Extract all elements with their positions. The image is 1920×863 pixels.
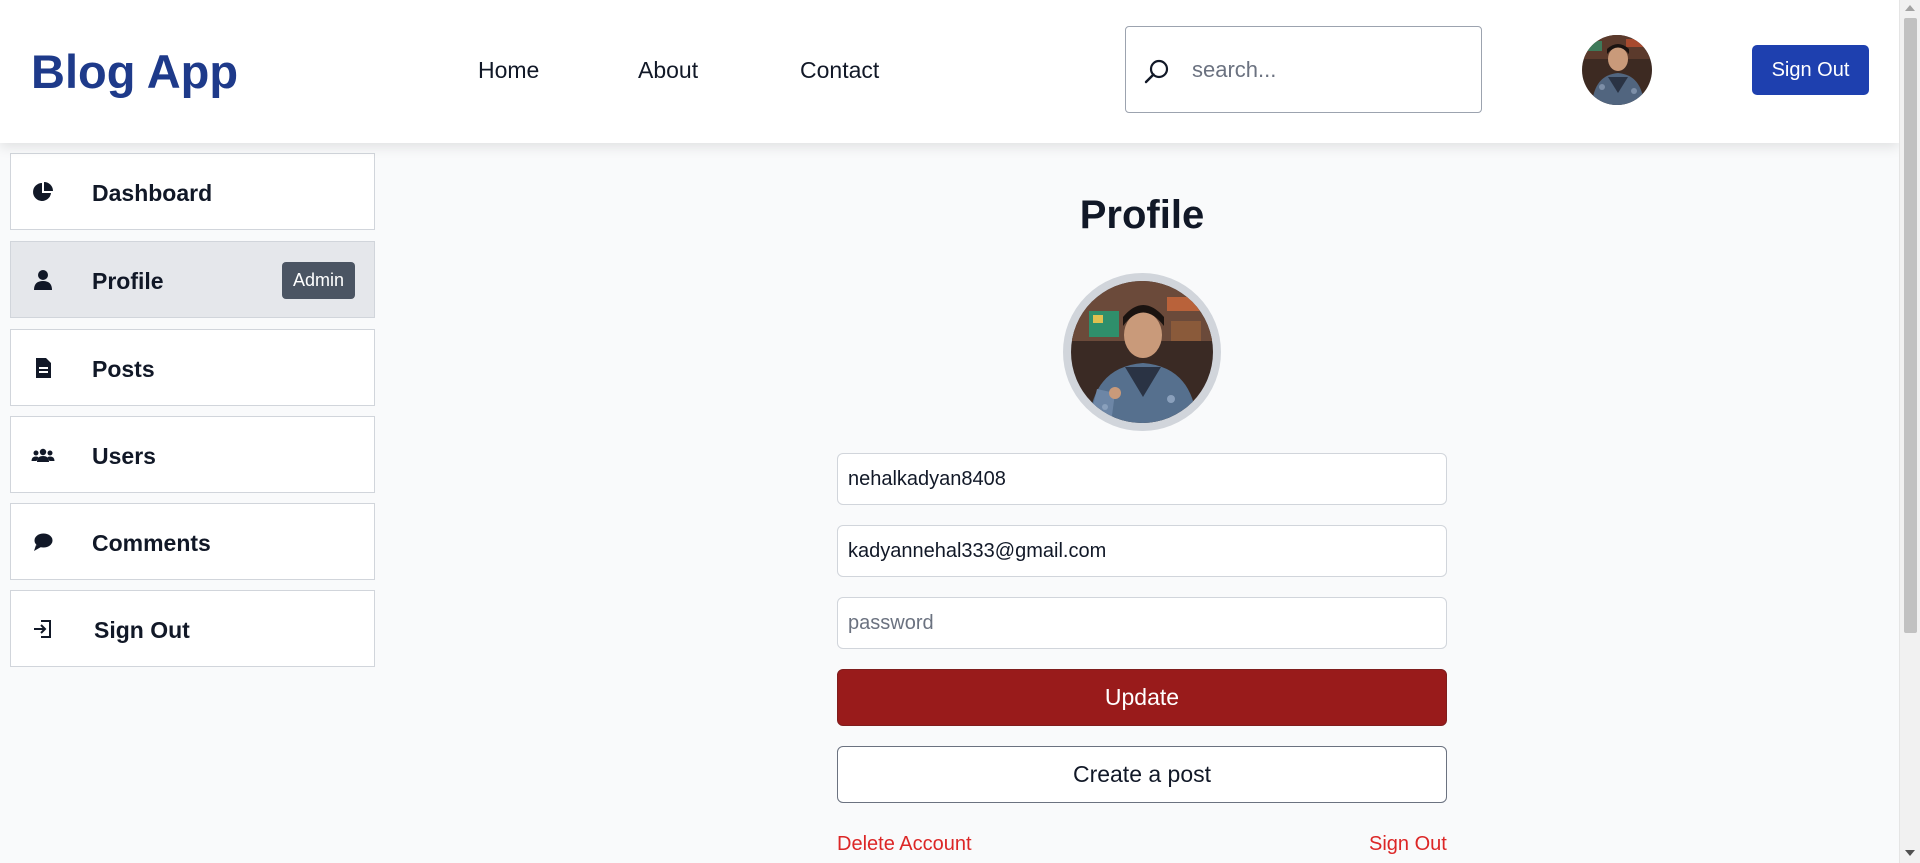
sidebar-item-users[interactable]: Users (10, 416, 375, 493)
pie-chart-icon (33, 182, 53, 201)
search-box (1125, 26, 1482, 113)
sidebar-item-label: Users (92, 443, 156, 469)
document-icon (36, 358, 51, 378)
username-field[interactable] (837, 453, 1447, 505)
scrollbar-thumb[interactable] (1904, 18, 1917, 633)
update-button[interactable]: Update (837, 669, 1447, 726)
sidebar-item-label: Sign Out (94, 617, 190, 643)
role-badge: Admin (282, 262, 355, 299)
sidebar-item-label: Profile (92, 268, 164, 294)
chat-bubble-icon (34, 533, 53, 551)
sidebar-item-label: Posts (92, 356, 155, 382)
scroll-up-arrow-icon[interactable] (1905, 5, 1915, 11)
search-input[interactable] (1192, 49, 1462, 91)
sign-out-icon (34, 620, 51, 638)
sign-out-link[interactable]: Sign Out (1369, 833, 1447, 856)
sidebar-item-dashboard[interactable]: Dashboard (10, 153, 375, 230)
nav-link-contact[interactable]: Contact (800, 57, 879, 84)
email-field[interactable] (837, 525, 1447, 577)
nav-link-home[interactable]: Home (478, 57, 539, 84)
sidebar-item-label: Comments (92, 530, 211, 556)
sidebar-item-sign-out[interactable]: Sign Out (10, 590, 375, 667)
sidebar-item-profile[interactable]: Profile Admin (10, 241, 375, 318)
scroll-down-arrow-icon[interactable] (1905, 850, 1915, 856)
search-icon[interactable] (1142, 57, 1172, 87)
profile-avatar[interactable] (1063, 273, 1221, 431)
sidebar-item-posts[interactable]: Posts (10, 329, 375, 406)
user-avatar[interactable] (1582, 35, 1652, 105)
create-post-button[interactable]: Create a post (837, 746, 1447, 803)
users-icon (31, 448, 55, 462)
app-logo[interactable]: Blog App (31, 44, 238, 99)
top-navbar: Blog App Home About Contact Sign Out (0, 0, 1899, 143)
delete-account-link[interactable]: Delete Account (837, 833, 972, 856)
sidebar-item-comments[interactable]: Comments (10, 503, 375, 580)
user-icon (34, 270, 52, 290)
sidebar-item-label: Dashboard (92, 180, 213, 206)
password-field[interactable] (837, 597, 1447, 649)
page-title: Profile (1079, 193, 1205, 237)
vertical-scrollbar[interactable] (1899, 0, 1920, 863)
sign-out-button[interactable]: Sign Out (1752, 45, 1869, 95)
nav-link-about[interactable]: About (638, 57, 698, 84)
